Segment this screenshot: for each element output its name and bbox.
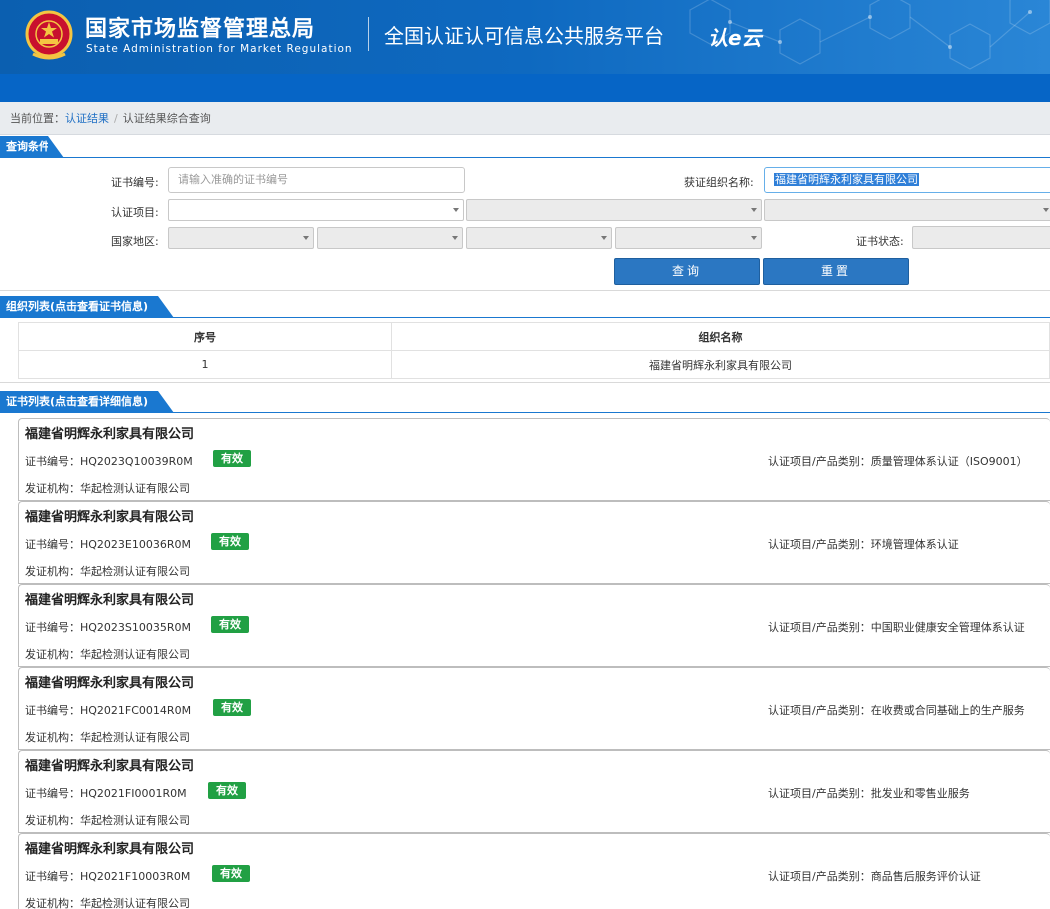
cert-number: 证书编号：HQ2021FC0014R0M — [25, 704, 192, 717]
cert-number: 证书编号：HQ2023S10035R0M — [25, 621, 192, 634]
divider — [0, 290, 1050, 291]
cert-issuer: 发证机构：华起检测认证有限公司 — [25, 731, 190, 744]
query-section-header: 查询条件 — [0, 136, 1050, 158]
org-list-section-header: 组织列表(点击查看证书信息) — [0, 296, 1050, 318]
cert-no-input[interactable]: 请输入准确的证书编号 — [168, 167, 465, 193]
cert-category: 认证项目/产品类别：中国职业健康安全管理体系认证 — [768, 621, 1025, 634]
cert-status-label: 证书状态: — [856, 235, 904, 248]
cert-status-select[interactable] — [912, 226, 1050, 249]
cert-item-select-1[interactable] — [168, 199, 464, 221]
cert-category: 认证项目/产品类别：商品售后服务评价认证 — [768, 870, 981, 883]
region-select-3[interactable] — [466, 227, 612, 249]
agency-name-en: State Administration for Market Regulati… — [86, 43, 353, 55]
cert-category: 认证项目/产品类别：质量管理体系认证（ISO9001） — [768, 455, 1028, 468]
cert-no-label: 证书编号: — [111, 176, 159, 189]
breadcrumb-prefix: 当前位置： — [10, 112, 65, 125]
cert-list-section-header: 证书列表(点击查看详细信息) — [0, 391, 1050, 413]
breadcrumb-bar: 当前位置：认证结果 / 认证结果综合查询 — [0, 102, 1050, 135]
cert-issuer: 发证机构：华起检测认证有限公司 — [25, 814, 190, 827]
cert-org-name: 福建省明辉永利家具有限公司 — [25, 510, 195, 525]
cert-issuer: 发证机构：华起检测认证有限公司 — [25, 482, 190, 495]
cert-number: 证书编号：HQ2021F10003R0M — [25, 870, 191, 883]
cert-number: 证书编号：HQ2023Q10039R0M — [25, 455, 193, 468]
org-table-header-row: 序号 组织名称 — [18, 322, 1050, 351]
org-row-name[interactable]: 福建省明辉永利家具有限公司 — [391, 350, 1050, 379]
breadcrumb-link-results[interactable]: 认证结果 — [65, 112, 109, 125]
cert-issuer: 发证机构：华起检测认证有限公司 — [25, 897, 190, 909]
cert-issuer: 发证机构：华起检测认证有限公司 — [25, 565, 190, 578]
search-button[interactable]: 查询 — [614, 258, 760, 285]
cert-item-select-2[interactable] — [466, 199, 762, 221]
hexagon-pattern-decoration — [689, 0, 1050, 70]
renyun-logo: 认e云 — [708, 26, 762, 50]
status-badge: 有效 — [213, 699, 251, 716]
query-section-title: 查询条件 — [0, 136, 64, 158]
chevron-down-icon — [1043, 208, 1049, 212]
org-name-input[interactable]: 福建省明辉永利家具有限公司 — [764, 167, 1050, 193]
reset-button[interactable]: 重置 — [763, 258, 909, 285]
cert-item-select-3[interactable] — [764, 199, 1050, 221]
cert-org-name: 福建省明辉永利家具有限公司 — [25, 593, 195, 608]
cert-card[interactable]: 福建省明辉永利家具有限公司 证书编号：HQ2021FC0014R0M 有效 认证… — [18, 667, 1050, 750]
cert-card[interactable]: 福建省明辉永利家具有限公司 证书编号：HQ2023S10035R0M 有效 认证… — [18, 584, 1050, 667]
divider — [0, 382, 1050, 383]
chevron-down-icon — [303, 236, 309, 240]
region-select-4[interactable] — [615, 227, 762, 249]
org-name-input-value: 福建省明辉永利家具有限公司 — [774, 173, 919, 186]
breadcrumb-current: 认证结果综合查询 — [122, 112, 211, 125]
status-badge: 有效 — [212, 865, 250, 882]
cert-list-section-title: 证书列表(点击查看详细信息) — [0, 391, 174, 413]
cert-card[interactable]: 福建省明辉永利家具有限公司 证书编号：HQ2021FI0001R0M 有效 认证… — [18, 750, 1050, 833]
breadcrumb-separator: / — [114, 112, 118, 125]
chevron-down-icon — [751, 236, 757, 240]
status-badge: 有效 — [208, 782, 246, 799]
cert-item-label: 认证项目: — [111, 206, 159, 219]
org-table-col-name: 组织名称 — [391, 322, 1050, 351]
nav-bar — [0, 74, 1050, 102]
cert-number: 证书编号：HQ2021FI0001R0M — [25, 787, 187, 800]
cert-category: 认证项目/产品类别：环境管理体系认证 — [768, 538, 959, 551]
cert-card[interactable]: 福建省明辉永利家具有限公司 证书编号：HQ2023Q10039R0M 有效 认证… — [18, 418, 1050, 501]
cert-org-name: 福建省明辉永利家具有限公司 — [25, 759, 195, 774]
org-row-index: 1 — [18, 350, 392, 379]
cert-number: 证书编号：HQ2023E10036R0M — [25, 538, 191, 551]
region-select-2[interactable] — [317, 227, 463, 249]
cert-org-name: 福建省明辉永利家具有限公司 — [25, 427, 195, 442]
cert-card[interactable]: 福建省明辉永利家具有限公司 证书编号：HQ2023E10036R0M 有效 认证… — [18, 501, 1050, 584]
cert-issuer: 发证机构：华起检测认证有限公司 — [25, 648, 190, 661]
cert-org-name: 福建省明辉永利家具有限公司 — [25, 842, 195, 857]
org-table: 序号 组织名称 1 福建省明辉永利家具有限公司 — [18, 322, 1050, 379]
table-row[interactable]: 1 福建省明辉永利家具有限公司 — [18, 350, 1050, 379]
status-badge: 有效 — [211, 616, 249, 633]
status-badge: 有效 — [211, 533, 249, 550]
org-list-section-title: 组织列表(点击查看证书信息) — [0, 296, 174, 318]
chevron-down-icon — [601, 236, 607, 240]
cert-category: 认证项目/产品类别：在收费或合同基础上的生产服务 — [768, 704, 1025, 717]
chevron-down-icon — [453, 208, 459, 212]
site-header: 国家市场监督管理总局 State Administration for Mark… — [0, 0, 1050, 74]
cert-org-name: 福建省明辉永利家具有限公司 — [25, 676, 195, 691]
status-badge: 有效 — [213, 450, 251, 467]
header-divider — [368, 17, 369, 51]
platform-title: 全国认证认可信息公共服务平台 — [384, 24, 664, 48]
org-name-label: 获证组织名称: — [684, 176, 754, 189]
breadcrumb: 当前位置：认证结果 / 认证结果综合查询 — [10, 110, 211, 126]
cert-category: 认证项目/产品类别：批发业和零售业服务 — [768, 787, 970, 800]
chevron-down-icon — [751, 208, 757, 212]
region-select-1[interactable] — [168, 227, 314, 249]
cert-card[interactable]: 福建省明辉永利家具有限公司 证书编号：HQ2021F10003R0M 有效 认证… — [18, 833, 1050, 909]
chevron-down-icon — [452, 236, 458, 240]
agency-name-cn: 国家市场监督管理总局 — [85, 17, 316, 42]
region-label: 国家地区: — [111, 235, 159, 248]
org-table-col-index: 序号 — [18, 322, 392, 351]
national-emblem-icon — [25, 10, 73, 60]
